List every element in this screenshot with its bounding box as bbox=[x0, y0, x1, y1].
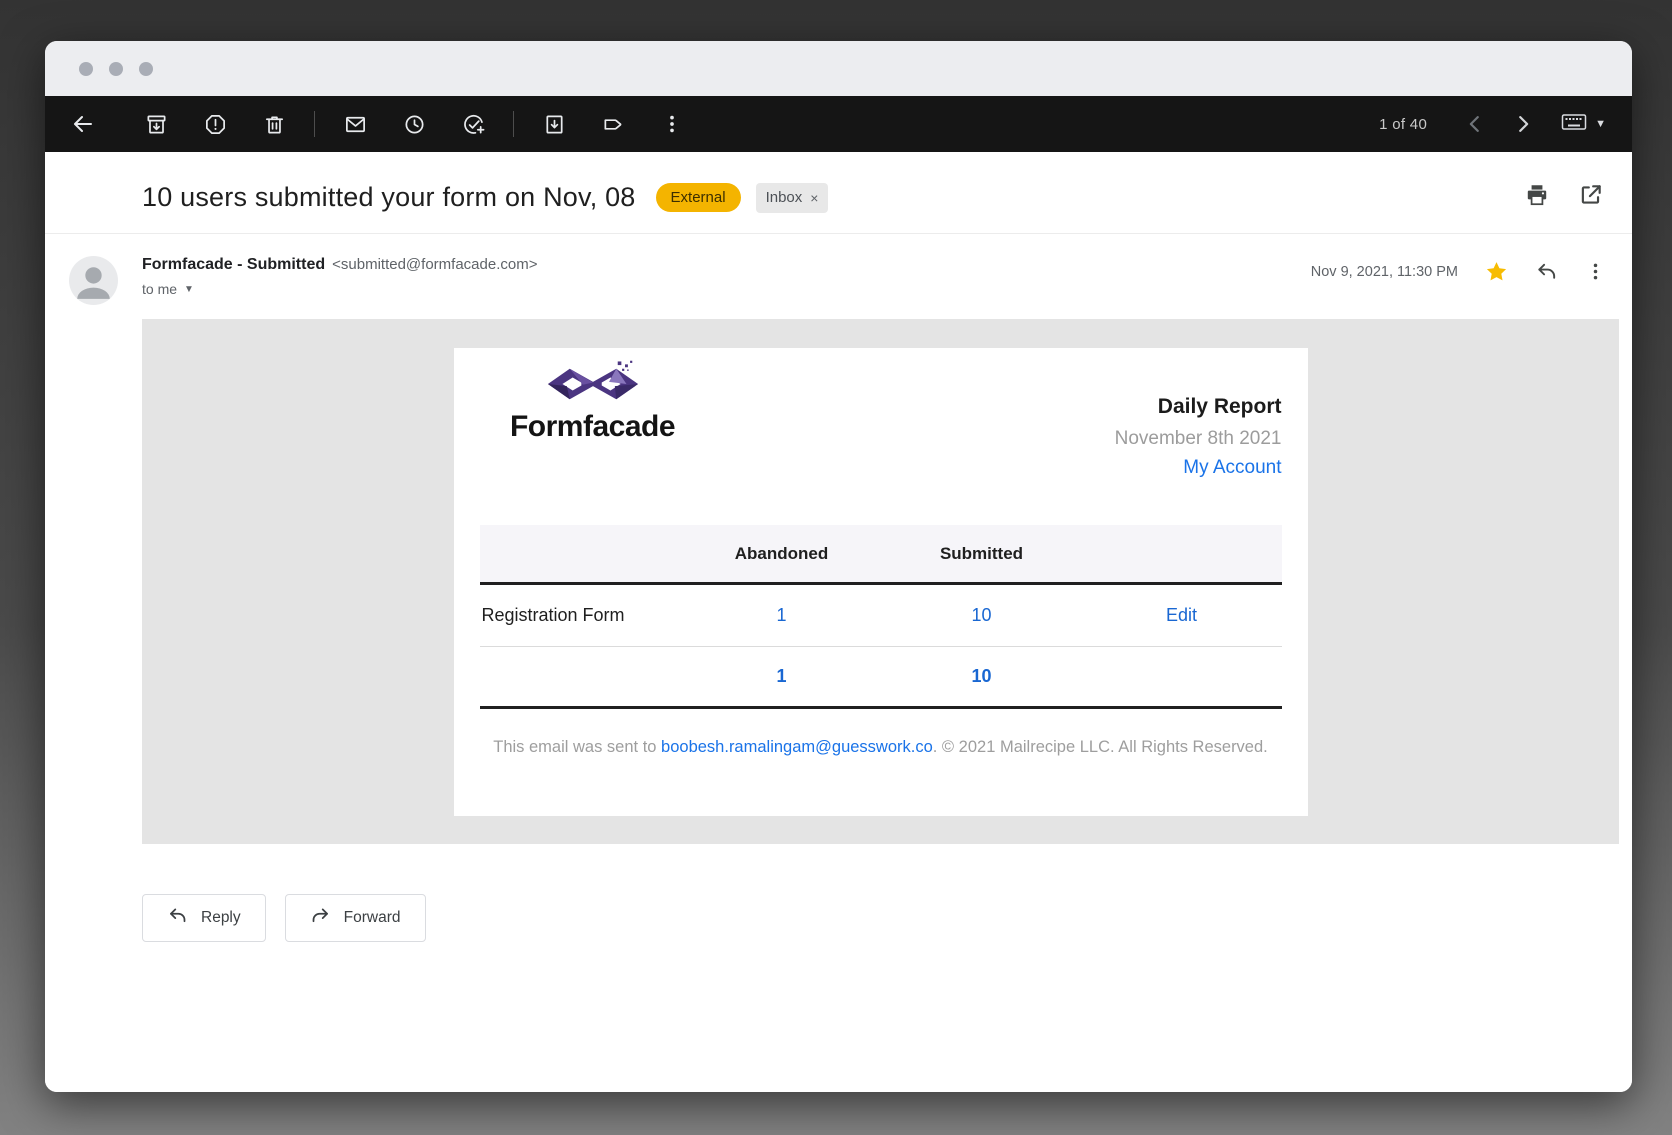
submitted-count-link[interactable]: 10 bbox=[882, 605, 1082, 626]
message-view: 10 users submitted your form on Nov, 08 … bbox=[45, 152, 1632, 1092]
sender-avatar bbox=[69, 256, 118, 305]
newer-chevron-left-icon[interactable] bbox=[1451, 100, 1499, 148]
chevron-down-icon: ▼ bbox=[184, 284, 194, 295]
more-options-icon[interactable] bbox=[648, 100, 696, 148]
message-more-icon[interactable] bbox=[1585, 261, 1606, 282]
move-to-icon[interactable] bbox=[530, 100, 578, 148]
print-icon[interactable] bbox=[1524, 182, 1550, 213]
open-in-new-icon[interactable] bbox=[1578, 182, 1604, 213]
back-icon[interactable] bbox=[59, 100, 107, 148]
table-totals-row: 1 10 bbox=[480, 647, 1282, 709]
total-abandoned[interactable]: 1 bbox=[682, 666, 882, 687]
my-account-link[interactable]: My Account bbox=[1115, 457, 1282, 479]
chevron-down-icon: ▼ bbox=[1595, 118, 1606, 130]
older-chevron-right-icon[interactable] bbox=[1499, 100, 1547, 148]
message-meta: Nov 9, 2021, 11:30 PM bbox=[1311, 254, 1606, 283]
window-titlebar bbox=[45, 41, 1632, 96]
message-actions: Reply Forward bbox=[142, 894, 1632, 942]
subject-title: 10 users submitted your form on Nov, 08 bbox=[142, 182, 636, 213]
pagination-counter: 1 of 40 bbox=[1379, 116, 1427, 133]
abandoned-count-link[interactable]: 1 bbox=[682, 605, 882, 626]
inbox-label-chip[interactable]: Inbox × bbox=[756, 183, 829, 213]
email-card: Formfacade Daily Report November 8th 202… bbox=[454, 348, 1308, 816]
sender-email: <submitted@formfacade.com> bbox=[332, 256, 537, 273]
remove-label-icon[interactable]: × bbox=[810, 190, 818, 206]
brand-logo: Formfacade bbox=[505, 360, 681, 479]
delete-icon[interactable] bbox=[250, 100, 298, 148]
form-name: Registration Form bbox=[480, 605, 682, 626]
add-to-tasks-icon[interactable] bbox=[449, 100, 497, 148]
infinity-logo-icon bbox=[545, 360, 641, 408]
column-header-abandoned: Abandoned bbox=[682, 544, 882, 564]
sender-name: Formfacade - Submitted bbox=[142, 256, 325, 273]
column-header-submitted: Submitted bbox=[882, 544, 1082, 564]
toolbar-divider bbox=[314, 111, 315, 137]
window-control-minimize[interactable] bbox=[109, 62, 123, 76]
input-tools-button[interactable]: ▼ bbox=[1555, 105, 1612, 144]
external-badge: External bbox=[656, 183, 741, 212]
message-date: Nov 9, 2021, 11:30 PM bbox=[1311, 264, 1458, 280]
sender-info: Formfacade - Submitted <submitted@formfac… bbox=[142, 254, 1311, 299]
browser-window: 1 of 40 ▼ 10 users submitted your form o… bbox=[45, 41, 1632, 1092]
email-card-header: Formfacade Daily Report November 8th 202… bbox=[480, 348, 1282, 479]
table-header-row: Abandoned Submitted bbox=[480, 525, 1282, 585]
reply-arrow-icon bbox=[167, 905, 188, 931]
window-control-close[interactable] bbox=[79, 62, 93, 76]
table-row: Registration Form 1 10 Edit bbox=[480, 585, 1282, 647]
window-control-maximize[interactable] bbox=[139, 62, 153, 76]
total-submitted[interactable]: 10 bbox=[882, 666, 1082, 687]
footer-text-prefix: This email was sent to bbox=[493, 738, 661, 756]
brand-wordmark: Formfacade bbox=[505, 410, 681, 444]
toolbar-divider bbox=[513, 111, 514, 137]
archive-icon[interactable] bbox=[132, 100, 180, 148]
labels-icon[interactable] bbox=[589, 100, 637, 148]
reply-button[interactable]: Reply bbox=[142, 894, 266, 942]
email-body-background: Formfacade Daily Report November 8th 202… bbox=[142, 319, 1619, 844]
sender-row: Formfacade - Submitted <submitted@formfac… bbox=[45, 234, 1632, 319]
forward-button-label: Forward bbox=[344, 909, 401, 927]
report-date: November 8th 2021 bbox=[1115, 428, 1282, 450]
recipient-details-button[interactable]: to me ▼ bbox=[142, 281, 194, 297]
snooze-icon[interactable] bbox=[390, 100, 438, 148]
report-title: Daily Report bbox=[1115, 395, 1282, 419]
star-icon[interactable] bbox=[1485, 260, 1508, 283]
reply-button-label: Reply bbox=[201, 909, 241, 927]
toolbar-right-group: 1 of 40 ▼ bbox=[1379, 100, 1612, 148]
report-table: Abandoned Submitted Registration Form 1 … bbox=[480, 525, 1282, 709]
mail-toolbar: 1 of 40 ▼ bbox=[45, 96, 1632, 152]
report-header: Daily Report November 8th 2021 My Accoun… bbox=[1115, 360, 1282, 479]
forward-button[interactable]: Forward bbox=[285, 894, 426, 942]
inbox-label-text: Inbox bbox=[766, 189, 803, 206]
keyboard-icon bbox=[1561, 111, 1587, 138]
mark-unread-icon[interactable] bbox=[331, 100, 379, 148]
subject-row: 10 users submitted your form on Nov, 08 … bbox=[45, 152, 1632, 233]
edit-link[interactable]: Edit bbox=[1082, 605, 1282, 626]
email-footer: This email was sent to boobesh.ramalinga… bbox=[480, 709, 1282, 757]
forward-arrow-icon bbox=[310, 905, 331, 931]
reply-icon[interactable] bbox=[1535, 260, 1558, 283]
recipient-label: to me bbox=[142, 281, 177, 297]
report-spam-icon[interactable] bbox=[191, 100, 239, 148]
recipient-email-link[interactable]: boobesh.ramalingam@guesswork.co bbox=[661, 738, 933, 756]
footer-text-suffix: . © 2021 Mailrecipe LLC. All Rights Rese… bbox=[933, 738, 1268, 756]
subject-actions bbox=[1524, 182, 1608, 213]
